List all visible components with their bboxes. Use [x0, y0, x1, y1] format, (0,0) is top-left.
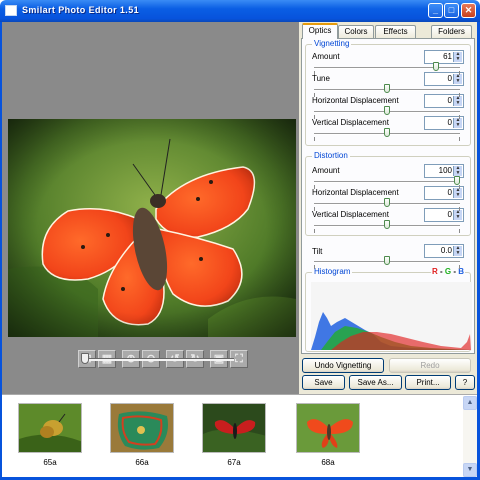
- spinner-arrows-icon[interactable]: ▲ ▼: [453, 74, 462, 84]
- vignetting-title: Vignetting: [312, 39, 352, 48]
- tab-optics[interactable]: Optics: [302, 23, 338, 39]
- app-icon: [5, 5, 17, 16]
- slider-ticks: [314, 137, 460, 141]
- redo-button[interactable]: Redo: [389, 358, 471, 373]
- vignetting-tune-label: Tune: [312, 74, 330, 83]
- slider-ticks: [314, 185, 460, 189]
- slider-thumb[interactable]: [433, 62, 439, 71]
- tab-folders[interactable]: Folders: [431, 25, 472, 39]
- slider-thumb[interactable]: [384, 84, 390, 93]
- thumbnail-65a[interactable]: [18, 403, 82, 453]
- zoom-slider-track[interactable]: [84, 358, 234, 361]
- slider-ticks: [314, 265, 460, 269]
- close-icon: ✕: [464, 5, 473, 15]
- minimize-button[interactable]: _: [428, 3, 443, 18]
- vignetting-hdisp-label: Horizontal Displacement: [312, 96, 399, 105]
- slider-ticks: [314, 115, 460, 119]
- photo-canvas[interactable]: [8, 119, 296, 337]
- scroll-up-button[interactable]: ▲: [463, 396, 477, 410]
- thumbnail-67a[interactable]: [202, 403, 266, 453]
- help-button[interactable]: ?: [455, 375, 475, 390]
- thumbnail-caption: 68a: [321, 458, 335, 467]
- spinner-arrows-icon[interactable]: ▲ ▼: [453, 96, 462, 106]
- spinner-arrows-icon[interactable]: ▲ ▼: [453, 166, 462, 176]
- thumbnail-66a[interactable]: [110, 403, 174, 453]
- close-button[interactable]: ✕: [461, 3, 476, 18]
- slider-thumb[interactable]: [384, 256, 390, 265]
- thumbnail-caption: 65a: [43, 458, 57, 467]
- slider-thumb[interactable]: [384, 128, 390, 137]
- thumbnail-caption: 67a: [227, 458, 241, 467]
- save-button[interactable]: Save: [302, 375, 345, 390]
- slider-thumb[interactable]: [384, 198, 390, 207]
- tab-colors[interactable]: Colors: [338, 25, 374, 39]
- fullscreen-icon: ⛶: [235, 353, 243, 365]
- minimize-icon: _: [432, 5, 438, 15]
- slider-thumb[interactable]: [384, 220, 390, 229]
- distortion-amount-slider[interactable]: [314, 181, 460, 183]
- spinner-arrows-icon[interactable]: ▲ ▼: [453, 188, 462, 198]
- save-as-button[interactable]: Save As...: [349, 375, 402, 390]
- butterfly-photo: [8, 119, 296, 337]
- slider-ticks: [314, 71, 460, 75]
- thumbnail-68a[interactable]: [296, 403, 360, 453]
- slider-thumb[interactable]: [384, 106, 390, 115]
- spinner-arrows-icon[interactable]: ▲ ▼: [453, 246, 462, 256]
- vignetting-amount-label: Amount: [312, 52, 340, 61]
- histogram-plot: [311, 282, 472, 350]
- zoom-slider-thumb[interactable]: [81, 353, 89, 364]
- distortion-amount-label: Amount: [312, 166, 340, 175]
- thumbnail-strip[interactable]: 65a 66a 67a 68a: [2, 394, 477, 477]
- slider-ticks: [314, 229, 460, 233]
- tab-effects[interactable]: Effects: [375, 25, 416, 39]
- thumbnail-scrollbar[interactable]: ▲ ▼: [463, 396, 477, 477]
- thumbnail-caption: 66a: [135, 458, 149, 467]
- spinner-arrows-icon[interactable]: ▲ ▼: [453, 52, 462, 62]
- chevron-up-icon: ▲: [466, 399, 474, 406]
- print-button[interactable]: Print...: [405, 375, 451, 390]
- image-viewer[interactable]: ⊡ ▦ ⊕ ⊖ ↺ ↻ ▣ ⛶: [2, 22, 299, 394]
- slider-ticks: [314, 93, 460, 97]
- tilt-spinner[interactable]: 0.0 ▲ ▼: [424, 244, 464, 258]
- title-bar[interactable]: Smilart Photo Editor 1.51 _ □ ✕: [0, 0, 480, 22]
- window-title: Smilart Photo Editor 1.51: [22, 5, 140, 15]
- maximize-button[interactable]: □: [444, 3, 459, 18]
- slider-thumb[interactable]: [454, 176, 460, 185]
- tilt-label: Tilt: [312, 247, 323, 256]
- undo-vignetting-button[interactable]: Undo Vignetting: [302, 358, 384, 373]
- spinner-arrows-icon[interactable]: ▲ ▼: [453, 210, 462, 220]
- slider-ticks: [314, 207, 460, 211]
- distortion-vdisp-label: Vertical Displacement: [312, 210, 389, 219]
- distortion-title: Distortion: [312, 151, 350, 160]
- maximize-icon: □: [448, 5, 455, 15]
- vignetting-amount-spinner[interactable]: 61 ▲ ▼: [424, 50, 464, 64]
- distortion-hdisp-label: Horizontal Displacement: [312, 188, 399, 197]
- chevron-down-icon: ▼: [466, 466, 474, 473]
- vignetting-vdisp-label: Vertical Displacement: [312, 118, 389, 127]
- scroll-down-button[interactable]: ▼: [463, 463, 477, 477]
- spinner-arrows-icon[interactable]: ▲ ▼: [453, 118, 462, 128]
